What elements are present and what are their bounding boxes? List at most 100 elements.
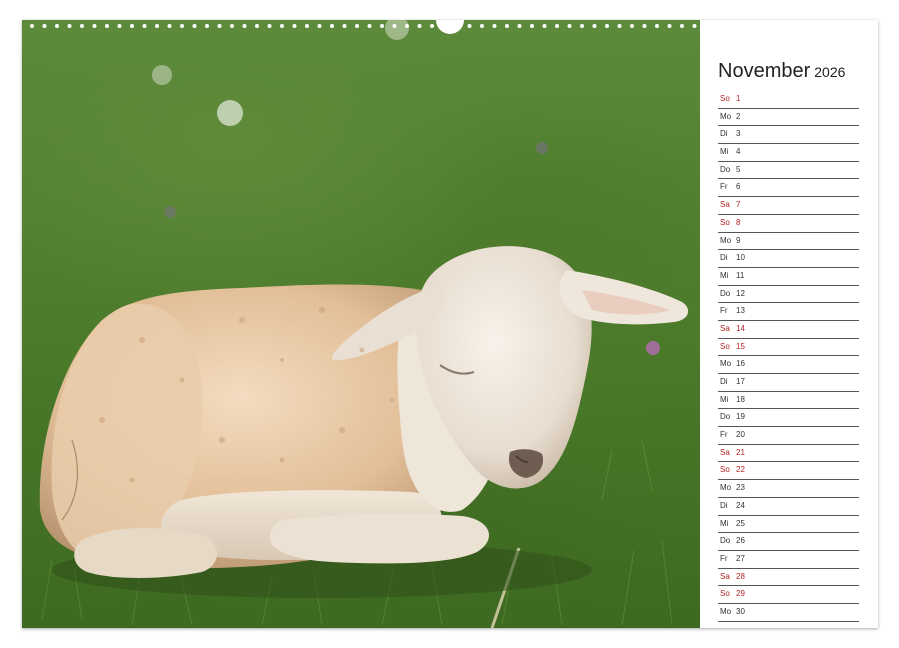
weekday-label: Fr xyxy=(720,553,728,563)
weekday-label: Mo xyxy=(720,606,732,616)
binding-hole xyxy=(367,24,372,28)
binding-hole xyxy=(642,24,647,28)
day-row: Mi 18 xyxy=(718,392,859,410)
day-row: Mo 9 xyxy=(718,233,859,251)
lamb-photo xyxy=(22,20,700,628)
month-title: November 2026 xyxy=(718,60,845,83)
day-row: Mi 25 xyxy=(718,516,859,534)
binding-hole xyxy=(105,24,109,28)
binding-hole xyxy=(130,24,134,28)
day-number: 12 xyxy=(736,288,745,298)
binding-hole xyxy=(55,24,59,28)
day-row: Mi 4 xyxy=(718,144,859,162)
hanger-notch xyxy=(436,20,464,34)
binding-hole xyxy=(317,24,322,28)
day-number: 24 xyxy=(736,500,745,510)
binding-hole xyxy=(305,24,309,28)
weekday-label: Mo xyxy=(720,483,732,493)
weekday-label: Mi xyxy=(720,394,729,404)
day-number: 1 xyxy=(736,94,741,103)
day-number: 3 xyxy=(736,129,741,139)
binding-hole xyxy=(155,24,159,28)
day-row: Fr 6 xyxy=(718,179,859,198)
day-number: 9 xyxy=(736,235,741,245)
binding-hole xyxy=(230,24,234,28)
day-row: Sa 7 xyxy=(718,197,859,215)
binding-hole xyxy=(692,24,697,28)
day-list: So 1 Mo 2 Di 3 Mi 4 Do 5 Fr 6 Sa 7 So 8 Mo 9 Di 10 Mi 11 Do 12 F… xyxy=(718,91,859,622)
binding-hole xyxy=(30,24,34,28)
day-number: 8 xyxy=(736,217,741,227)
weekday-label: Do xyxy=(720,412,731,422)
binding-hole xyxy=(580,24,584,28)
day-number: 14 xyxy=(736,323,745,333)
binding-hole xyxy=(167,24,172,28)
binding-hole xyxy=(92,24,97,28)
weekday-label: Sa xyxy=(720,200,730,210)
binding-hole xyxy=(617,24,622,28)
day-number: 5 xyxy=(736,164,741,174)
day-row: Do 12 xyxy=(718,286,859,304)
day-number: 7 xyxy=(736,200,741,210)
weekday-label: So xyxy=(720,217,730,227)
binding-hole xyxy=(480,24,484,28)
day-number: 20 xyxy=(736,430,745,440)
year-label: 2026 xyxy=(814,64,846,80)
binding-hole xyxy=(117,24,122,28)
binding-hole xyxy=(517,24,522,28)
binding-hole xyxy=(467,24,472,28)
day-number: 15 xyxy=(736,341,745,351)
binding-hole xyxy=(567,24,572,28)
weekday-label: Mo xyxy=(720,359,732,369)
binding-hole xyxy=(680,24,684,28)
binding-hole xyxy=(280,24,284,28)
day-row: Sa 14 xyxy=(718,321,859,339)
day-row: So 15 xyxy=(718,339,859,357)
day-number: 19 xyxy=(736,412,745,422)
binding-hole xyxy=(630,24,634,28)
weekday-label: Di xyxy=(720,129,728,139)
day-number: 10 xyxy=(736,253,745,263)
day-row: Fr 13 xyxy=(718,303,859,321)
day-row: Di 10 xyxy=(718,250,859,268)
day-row: Do 19 xyxy=(718,409,859,428)
day-number: 2 xyxy=(736,111,741,121)
binding-hole xyxy=(430,24,434,28)
binding-hole xyxy=(592,24,597,28)
weekday-label: Di xyxy=(720,500,728,510)
binding-hole xyxy=(180,24,184,28)
binding-hole xyxy=(492,24,497,28)
day-number: 23 xyxy=(736,483,745,493)
day-row: Di 17 xyxy=(718,374,859,392)
day-row: Fr 27 xyxy=(718,551,859,569)
day-number: 26 xyxy=(736,536,745,546)
day-number: 25 xyxy=(736,518,745,528)
weekday-label: Fr xyxy=(720,430,728,440)
binding-hole xyxy=(555,24,559,28)
day-row: Do 5 xyxy=(718,162,859,180)
binding-hole xyxy=(192,24,197,28)
weekday-label: Sa xyxy=(720,447,730,457)
binding-hole xyxy=(355,24,359,28)
calendar-panel: November 2026 So 1 Mo 2 Di 3 Mi 4 Do 5 Fr 6 Sa 7 So 8 Mo 9… xyxy=(700,20,878,628)
day-number: 18 xyxy=(736,394,745,404)
day-number: 13 xyxy=(736,306,745,316)
binding-hole xyxy=(405,24,409,28)
binding-hole xyxy=(67,24,72,28)
binding-hole xyxy=(42,24,47,28)
binding-hole xyxy=(530,24,534,28)
weekday-label: Di xyxy=(720,253,728,263)
month-name: November xyxy=(718,60,811,82)
binding-hole xyxy=(605,24,609,28)
day-row: Mo 16 xyxy=(718,356,859,374)
day-row: Sa 28 xyxy=(718,569,859,587)
weekday-label: So xyxy=(720,589,730,599)
day-row: So 1 xyxy=(718,91,859,109)
weekday-label: Mi xyxy=(720,518,729,528)
day-number: 30 xyxy=(736,606,745,616)
binding-hole xyxy=(255,24,259,28)
binding-hole xyxy=(505,24,509,28)
day-row: Di 24 xyxy=(718,498,859,516)
binding-hole xyxy=(380,24,384,28)
weekday-label: Mo xyxy=(720,111,732,121)
